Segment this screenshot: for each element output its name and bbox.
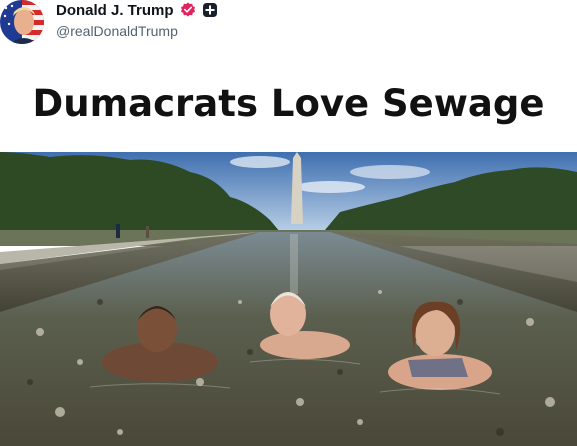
verified-badge-icon: [180, 2, 195, 17]
display-name[interactable]: Donald J. Trump: [56, 2, 174, 19]
post-header: Donald J. Trump @realDonaldTrump: [0, 0, 577, 50]
name-row: Donald J. Trump: [56, 0, 218, 20]
avatar-flag-icon: [0, 0, 44, 44]
reflecting-pool-photo: [0, 152, 577, 446]
meme-caption-title: Dumacrats Love Sewage: [32, 82, 545, 125]
affiliate-badge-icon: [202, 3, 217, 17]
user-handle[interactable]: @realDonaldTrump: [56, 23, 178, 39]
avatar[interactable]: [0, 0, 44, 44]
